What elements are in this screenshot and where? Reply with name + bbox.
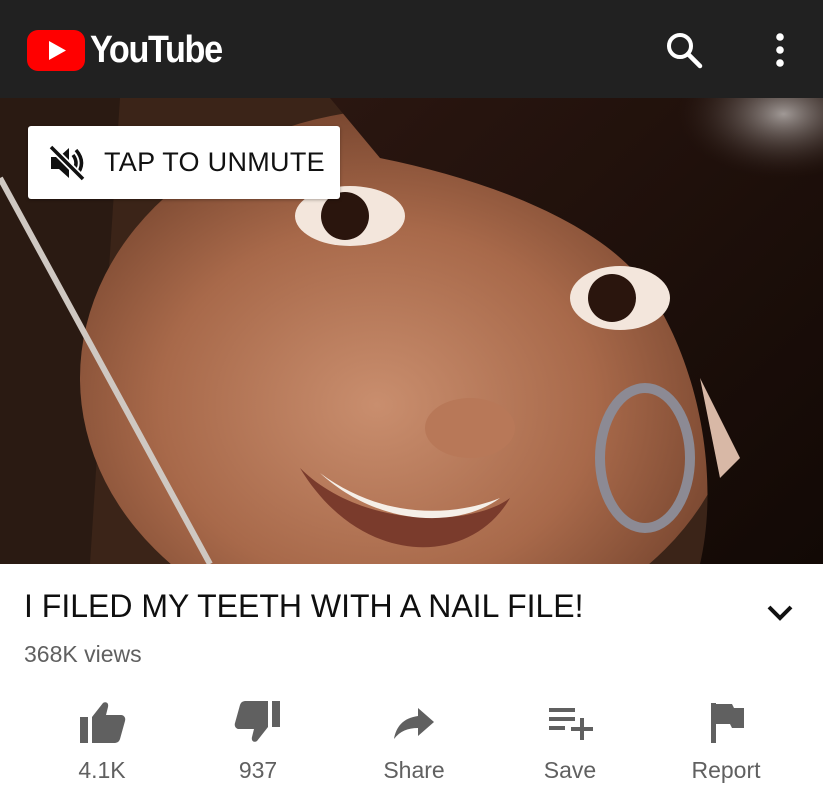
youtube-logo[interactable]: YouTube xyxy=(27,29,236,71)
action-row: 4.1K 937 Share Save Report xyxy=(0,690,823,790)
like-count: 4.1K xyxy=(78,757,126,783)
report-button[interactable]: Report xyxy=(661,690,791,790)
dislike-button[interactable]: 937 xyxy=(193,690,323,790)
playlist-add-icon xyxy=(546,698,594,746)
tap-to-unmute-button[interactable]: TAP TO UNMUTE xyxy=(28,126,340,199)
more-vert-icon[interactable] xyxy=(758,28,802,72)
top-app-bar: YouTube xyxy=(0,0,823,98)
dislike-count: 937 xyxy=(238,757,278,783)
brand-name: YouTube xyxy=(90,28,223,71)
chevron-down-icon[interactable] xyxy=(762,594,798,630)
view-count: 368K views xyxy=(24,641,142,667)
like-button[interactable]: 4.1K xyxy=(37,690,167,790)
thumb-up-icon xyxy=(78,698,126,746)
save-button[interactable]: Save xyxy=(505,690,635,790)
save-label: Save xyxy=(543,757,597,783)
unmute-label: TAP TO UNMUTE xyxy=(104,147,325,177)
search-icon[interactable] xyxy=(662,28,706,72)
thumb-down-icon xyxy=(234,698,282,746)
youtube-play-icon xyxy=(27,29,85,71)
report-label: Report xyxy=(691,757,761,783)
volume-off-icon xyxy=(45,141,89,185)
share-label: Share xyxy=(383,757,445,783)
video-title: I FILED MY TEETH WITH A NAIL FILE! xyxy=(24,588,584,624)
flag-icon xyxy=(702,698,750,746)
share-button[interactable]: Share xyxy=(349,690,479,790)
share-icon xyxy=(390,698,438,746)
